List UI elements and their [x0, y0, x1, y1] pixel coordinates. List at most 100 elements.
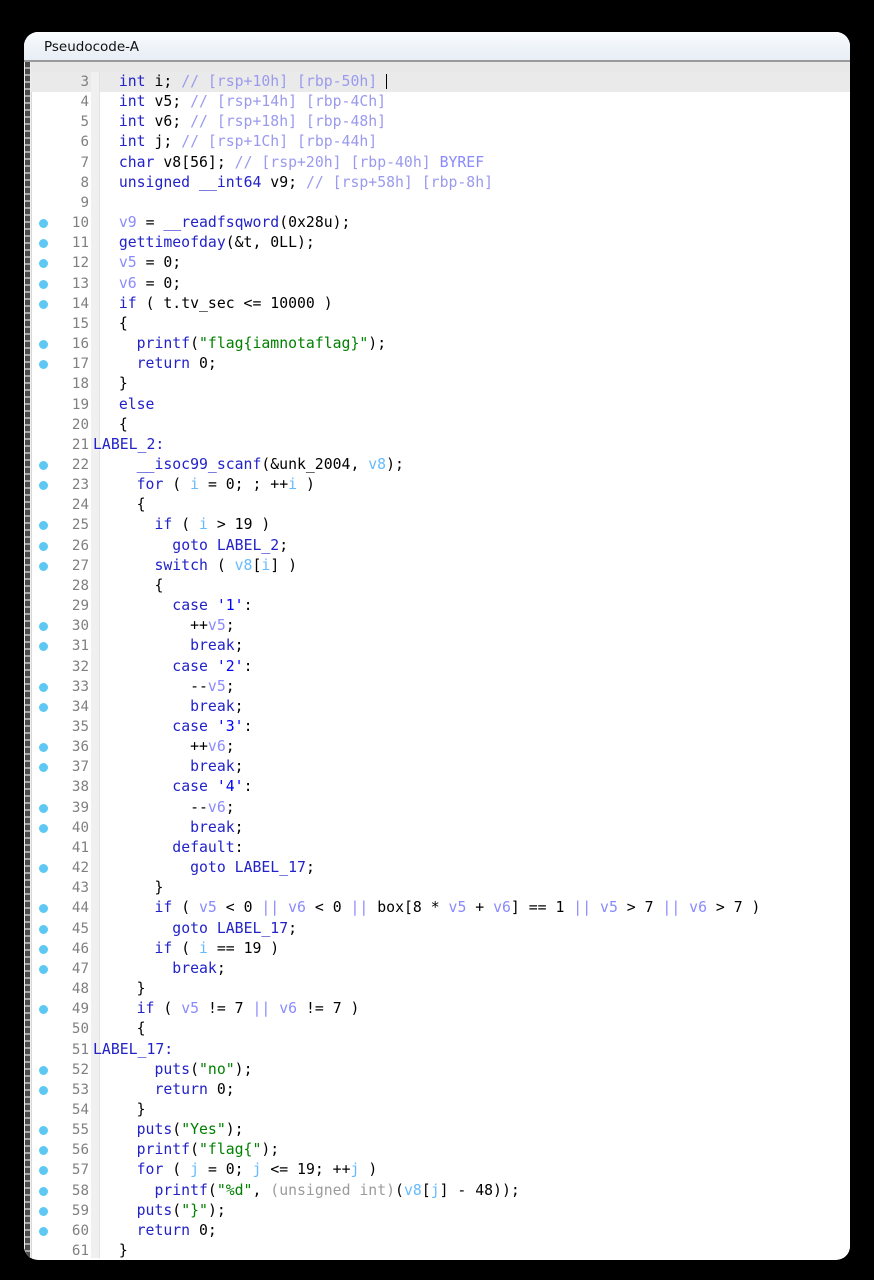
code-line[interactable]: 18 }	[31, 374, 850, 395]
code-text[interactable]: }	[101, 979, 850, 999]
breakpoint-column[interactable]	[31, 838, 56, 858]
breakpoint-column[interactable]	[31, 173, 56, 193]
code-line[interactable]: 15 {	[31, 313, 850, 335]
breakpoint-column[interactable]	[31, 536, 56, 556]
breakpoint-icon[interactable]	[39, 1065, 48, 1075]
breakpoint-column[interactable]	[31, 576, 56, 596]
code-line[interactable]: 37 break;	[31, 757, 850, 778]
breakpoint-icon[interactable]	[39, 944, 48, 954]
code-text[interactable]: for ( j = 0; j <= 19; ++j )	[101, 1160, 850, 1180]
breakpoint-icon[interactable]	[39, 1005, 48, 1015]
code-line[interactable]: 39 --v6;	[31, 797, 850, 818]
code-text[interactable]: return 0;	[101, 1221, 850, 1241]
code-line[interactable]: 4 int v5; // [rsp+14h] [rbp-4Ch]	[31, 92, 850, 113]
breakpoint-icon[interactable]	[39, 360, 48, 370]
code-text[interactable]: {	[101, 314, 850, 334]
code-text[interactable]: puts("no");	[101, 1060, 850, 1080]
code-line[interactable]: 34 break;	[31, 696, 850, 717]
breakpoint-column[interactable]	[31, 777, 56, 797]
code-line[interactable]: 52 puts("no");	[31, 1059, 850, 1080]
code-line[interactable]: 43 }	[31, 878, 850, 899]
code-line[interactable]: 31 break;	[31, 636, 850, 657]
code-text[interactable]: break;	[101, 697, 850, 717]
breakpoint-column[interactable]	[31, 435, 56, 455]
code-text[interactable]: {	[101, 576, 850, 596]
code-text[interactable]: if ( t.tv_sec <= 10000 )	[101, 294, 850, 314]
code-line[interactable]: 6 int j; // [rsp+1Ch] [rbp-44h]	[31, 132, 850, 153]
code-line[interactable]: 46 if ( i == 19 )	[31, 938, 850, 959]
code-text[interactable]: char v8[56]; // [rsp+20h] [rbp-40h] BYRE…	[101, 153, 850, 173]
code-text[interactable]: goto LABEL_17;	[101, 919, 850, 939]
breakpoint-icon[interactable]	[39, 904, 48, 914]
code-text[interactable]: int i; // [rsp+10h] [rbp-50h]	[101, 72, 850, 92]
breakpoint-column[interactable]	[31, 1040, 56, 1060]
code-text[interactable]: int v6; // [rsp+18h] [rbp-48h]	[101, 112, 850, 132]
breakpoint-column[interactable]	[31, 657, 56, 677]
breakpoint-column[interactable]	[31, 253, 56, 273]
code-line[interactable]: 14 if ( t.tv_sec <= 10000 )	[31, 293, 850, 314]
scrollbar-thumb[interactable]	[25, 62, 30, 1258]
code-line[interactable]: 29 case '1':	[31, 596, 850, 617]
code-line[interactable]: 17 return 0;	[31, 354, 850, 375]
breakpoint-column[interactable]	[31, 636, 56, 656]
code-line[interactable]: 21 LABEL_2:	[31, 434, 850, 455]
breakpoint-column[interactable]	[31, 677, 56, 697]
breakpoint-column[interactable]	[31, 334, 56, 354]
breakpoint-column[interactable]	[31, 274, 56, 294]
breakpoint-column[interactable]	[31, 1201, 56, 1221]
code-line[interactable]: 57 for ( j = 0; j <= 19; ++j )	[31, 1160, 850, 1181]
code-text[interactable]: unsigned __int64 v9; // [rsp+58h] [rbp-8…	[101, 173, 850, 193]
breakpoint-column[interactable]	[31, 374, 56, 394]
code-line[interactable]: 38 case '4':	[31, 777, 850, 798]
breakpoint-icon[interactable]	[39, 1146, 48, 1156]
code-text[interactable]: v5 = 0;	[101, 253, 850, 273]
code-text[interactable]: break;	[101, 757, 850, 777]
code-line[interactable]: 58 printf("%d", (unsigned int)(v8[j] - 4…	[31, 1180, 850, 1201]
code-text[interactable]: if ( i == 19 )	[101, 939, 850, 959]
code-line[interactable]: 53 return 0;	[31, 1079, 850, 1100]
breakpoint-column[interactable]	[31, 757, 56, 777]
code-text[interactable]: break;	[101, 959, 850, 979]
code-text[interactable]: LABEL_17:	[93, 1040, 850, 1060]
breakpoint-column[interactable]	[31, 1060, 56, 1080]
breakpoint-icon[interactable]	[39, 279, 48, 289]
code-text[interactable]: switch ( v8[i] )	[101, 556, 850, 576]
code-text[interactable]: {	[101, 415, 850, 435]
code-line[interactable]: 56 printf("flag{");	[31, 1140, 850, 1161]
breakpoint-column[interactable]	[31, 1120, 56, 1140]
breakpoint-column[interactable]	[31, 596, 56, 616]
breakpoint-icon[interactable]	[39, 239, 48, 249]
breakpoint-icon[interactable]	[39, 743, 48, 753]
code-text[interactable]: {	[101, 1019, 850, 1039]
code-line[interactable]: 48 }	[31, 979, 850, 1000]
breakpoint-column[interactable]	[31, 132, 56, 152]
breakpoint-column[interactable]	[31, 475, 56, 495]
breakpoint-icon[interactable]	[39, 460, 48, 470]
code-text[interactable]: --v6;	[101, 798, 850, 818]
code-line[interactable]: 27 switch ( v8[i] )	[31, 555, 850, 576]
code-line[interactable]: 35 case '3':	[31, 717, 850, 738]
tab-pseudocode-a[interactable]: Pseudocode-A	[34, 32, 153, 62]
code-text[interactable]: if ( v5 < 0 || v6 < 0 || box[8 * v5 + v6…	[101, 898, 850, 918]
code-text[interactable]: puts("}");	[101, 1201, 850, 1221]
code-line[interactable]: 12 v5 = 0;	[31, 253, 850, 274]
breakpoint-icon[interactable]	[39, 763, 48, 773]
breakpoint-column[interactable]	[31, 515, 56, 535]
breakpoint-icon[interactable]	[39, 219, 48, 229]
code-line[interactable]: 47 break;	[31, 958, 850, 980]
code-line[interactable]: 42 goto LABEL_17;	[31, 858, 850, 879]
breakpoint-icon[interactable]	[39, 622, 48, 632]
breakpoint-column[interactable]	[31, 737, 56, 757]
code-line[interactable]: 26 goto LABEL_2;	[31, 535, 850, 556]
code-line[interactable]: 22 __isoc99_scanf(&unk_2004, v8);	[31, 454, 850, 476]
code-line[interactable]: 36 ++v6;	[31, 737, 850, 758]
code-line[interactable]: 50 {	[31, 1019, 850, 1040]
breakpoint-column[interactable]	[31, 395, 56, 415]
code-text[interactable]: {	[101, 495, 850, 515]
code-line[interactable]: 49 if ( v5 != 7 || v6 != 7 )	[31, 999, 850, 1020]
code-text[interactable]: if ( v5 != 7 || v6 != 7 )	[101, 999, 850, 1019]
code-text[interactable]: v6 = 0;	[101, 274, 850, 294]
code-line[interactable]: 7 char v8[56]; // [rsp+20h] [rbp-40h] BY…	[31, 152, 850, 173]
breakpoint-column[interactable]	[31, 1100, 56, 1120]
breakpoint-icon[interactable]	[39, 682, 48, 692]
